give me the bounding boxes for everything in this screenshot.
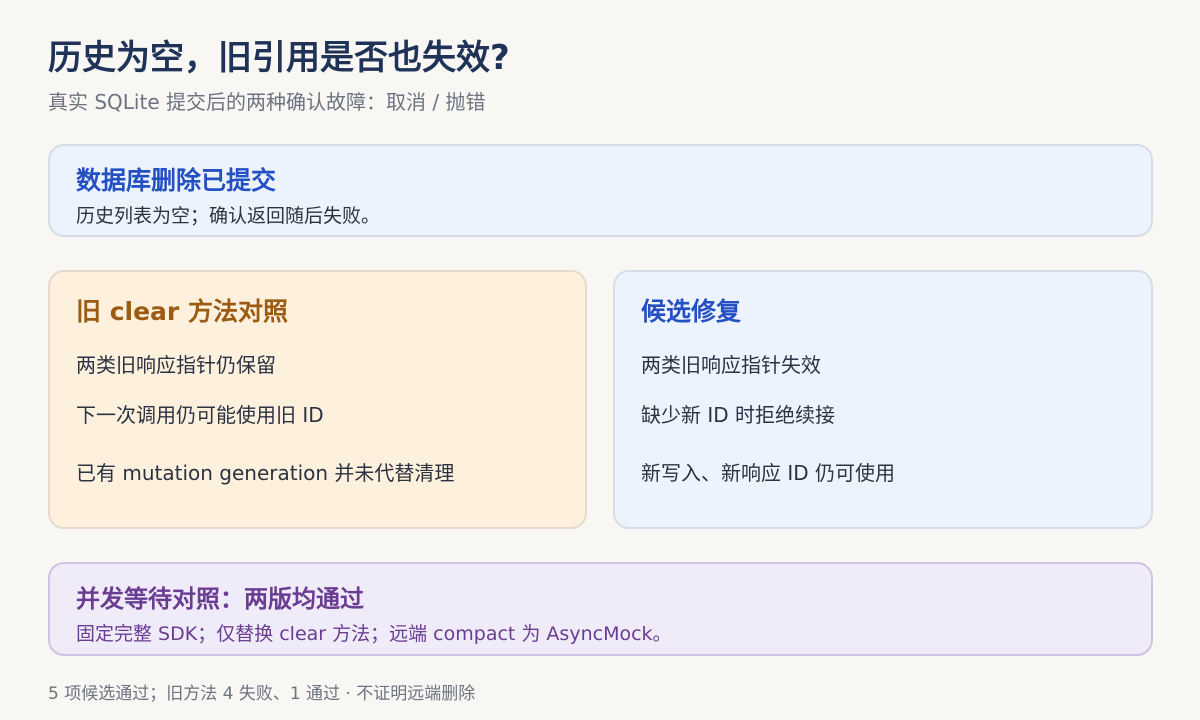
old-method-item: 两类旧响应指针仍保留: [76, 353, 276, 377]
concurrency-card: 并发等待对照：两版均通过 固定完整 SDK；仅替换 clear 方法；远端 co…: [48, 562, 1153, 656]
old-method-item: 下一次调用仍可能使用旧 ID: [76, 403, 324, 427]
candidate-fix-card: 候选修复 两类旧响应指针失效 缺少新 ID 时拒绝续接 新写入、新响应 ID 仍…: [613, 270, 1153, 529]
footer-note: 5 项候选通过；旧方法 4 失败、1 通过 · 不证明远端删除: [48, 684, 476, 704]
old-method-card: 旧 clear 方法对照 两类旧响应指针仍保留 下一次调用仍可能使用旧 ID 已…: [48, 270, 587, 529]
concurrency-card-body: 固定完整 SDK；仅替换 clear 方法；远端 compact 为 Async…: [76, 623, 672, 645]
summary-card-title: 数据库删除已提交: [76, 166, 277, 195]
summary-card: 数据库删除已提交 历史列表为空；确认返回随后失败。: [48, 144, 1153, 237]
old-method-item: 已有 mutation generation 并未代替清理: [76, 461, 455, 485]
candidate-fix-card-title: 候选修复: [641, 297, 742, 326]
summary-card-body: 历史列表为空；确认返回随后失败。: [76, 205, 381, 227]
candidate-fix-item: 缺少新 ID 时拒绝续接: [641, 403, 836, 427]
candidate-fix-item: 新写入、新响应 ID 仍可使用: [641, 461, 896, 485]
page-subtitle: 真实 SQLite 提交后的两种确认故障：取消 / 抛错: [48, 90, 486, 114]
old-method-card-title: 旧 clear 方法对照: [76, 297, 288, 326]
concurrency-card-title: 并发等待对照：两版均通过: [76, 585, 364, 613]
candidate-fix-item: 两类旧响应指针失效: [641, 353, 821, 377]
page-title: 历史为空，旧引用是否也失效?: [48, 38, 510, 78]
